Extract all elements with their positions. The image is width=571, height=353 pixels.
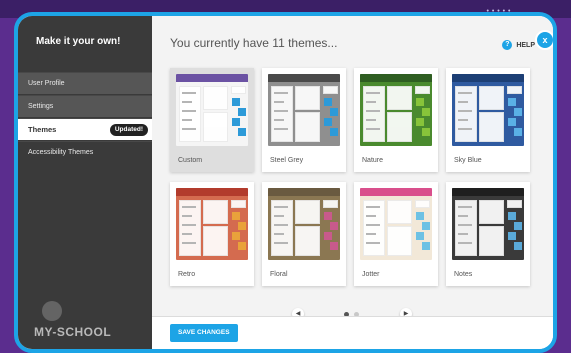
theme-card[interactable]: Custom (170, 68, 254, 172)
page-title: You currently have 11 themes... (170, 36, 338, 50)
theme-name: Floral (270, 271, 288, 278)
theme-card[interactable]: Jotter (354, 182, 438, 286)
help-icon: ? (502, 40, 513, 50)
theme-name: Steel Grey (270, 157, 304, 164)
save-changes-button[interactable]: SAVE CHANGES (170, 324, 238, 342)
theme-preview (360, 74, 432, 146)
theme-preview (452, 74, 524, 146)
school-logo-text: MY-SCHOOL (34, 325, 112, 339)
theme-name: Jotter (362, 271, 380, 278)
sidebar-item-user-profile[interactable]: User Profile (18, 72, 152, 94)
dialog-footer: SAVE CHANGES (152, 316, 553, 349)
sidebar-item-themes[interactable]: Themes Updated! (18, 118, 152, 140)
theme-name: Notes (454, 271, 473, 278)
theme-name: Retro (178, 271, 196, 278)
theme-dialog: Make it your own! User Profile Settings … (14, 12, 557, 353)
theme-name: Sky Blue (454, 157, 482, 164)
theme-card[interactable]: Nature (354, 68, 438, 172)
close-icon[interactable]: x (535, 30, 553, 50)
sidebar-item-label: Themes (28, 125, 57, 134)
school-logo-icon (42, 301, 62, 321)
theme-preview (176, 74, 248, 146)
theme-card[interactable]: Steel Grey (262, 68, 346, 172)
theme-card[interactable]: Floral (262, 182, 346, 286)
sidebar-item-label: User Profile (28, 80, 65, 87)
themes-panel: You currently have 11 themes... ? HELP Cu… (152, 16, 553, 349)
sidebar-item-settings[interactable]: Settings (18, 95, 152, 117)
theme-preview (176, 188, 248, 260)
sidebar-title: Make it your own! (36, 36, 121, 47)
sidebar-item-label: Accessibility Themes (28, 149, 94, 156)
help-label: HELP (516, 41, 535, 49)
help-link[interactable]: ? HELP (502, 40, 535, 50)
theme-name: Custom (178, 157, 203, 164)
sidebar-item-accessibility-themes[interactable]: Accessibility Themes (18, 141, 152, 163)
sidebar-item-label: Settings (28, 103, 54, 110)
theme-card[interactable]: Sky Blue (446, 68, 530, 172)
theme-card[interactable]: Retro (170, 182, 254, 286)
theme-preview (268, 188, 340, 260)
theme-preview (268, 74, 340, 146)
updated-badge: Updated! (109, 124, 148, 136)
settings-sidebar: Make it your own! User Profile Settings … (18, 16, 152, 349)
theme-name: Nature (362, 157, 384, 164)
theme-card[interactable]: Notes (446, 182, 530, 286)
theme-preview (452, 188, 524, 260)
theme-preview (360, 188, 432, 260)
